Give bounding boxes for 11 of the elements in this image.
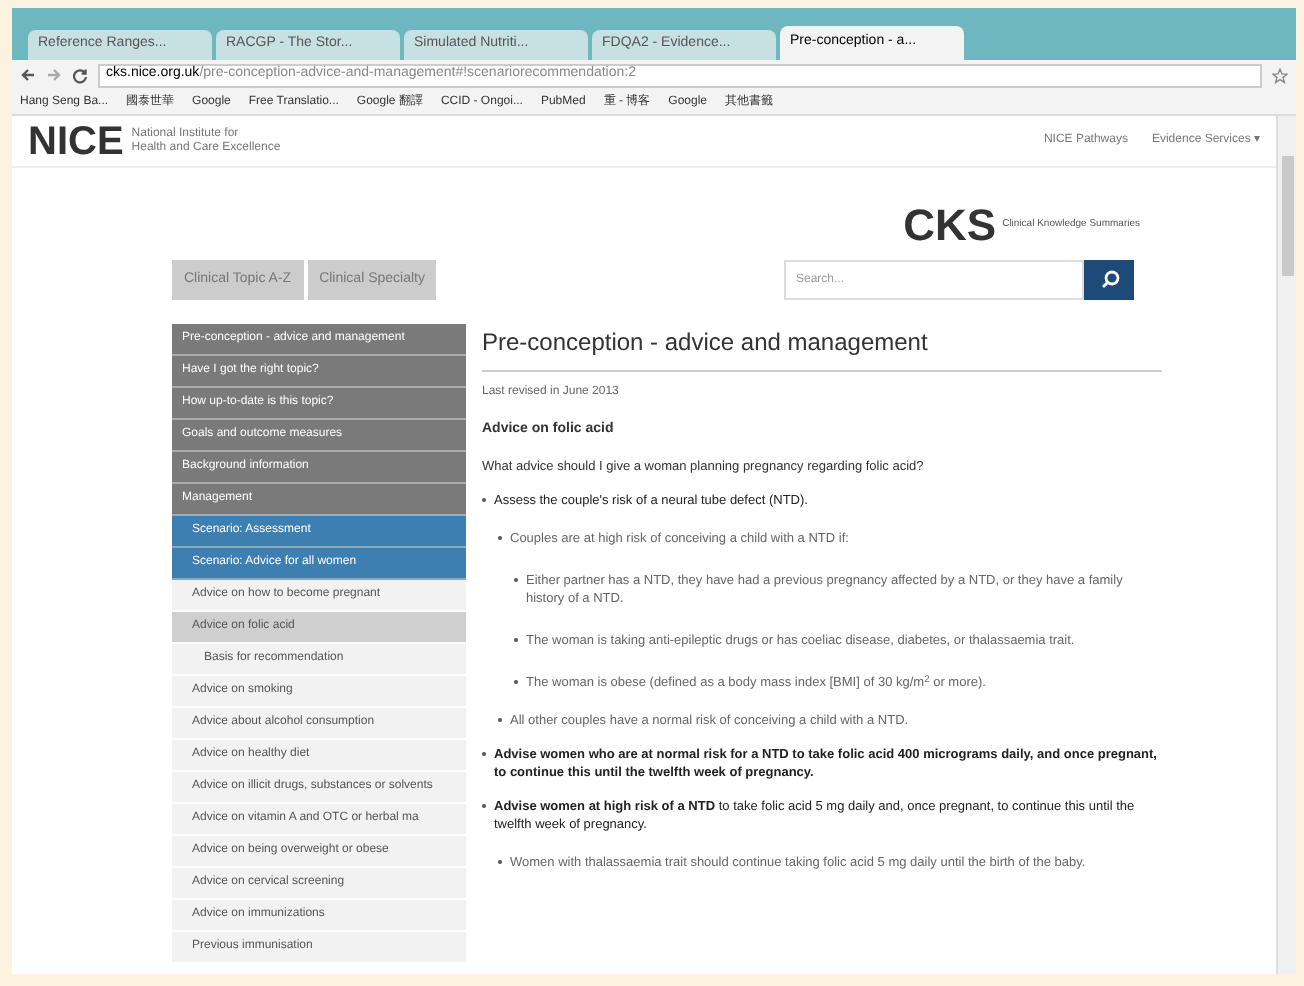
scrollbar[interactable] [1276,116,1296,974]
search-button[interactable] [1084,260,1134,300]
article-title: Pre-conception - advice and management [482,324,1162,372]
search-icon [1099,270,1119,290]
cks-logo[interactable]: CKS [903,204,997,248]
star-icon[interactable] [1272,67,1288,83]
reload-icon[interactable] [72,67,88,83]
nice-logo[interactable]: NICE [28,121,124,161]
scrollbar-thumb[interactable] [1281,156,1293,276]
forward-icon[interactable] [46,68,62,82]
back-icon[interactable] [20,68,36,82]
